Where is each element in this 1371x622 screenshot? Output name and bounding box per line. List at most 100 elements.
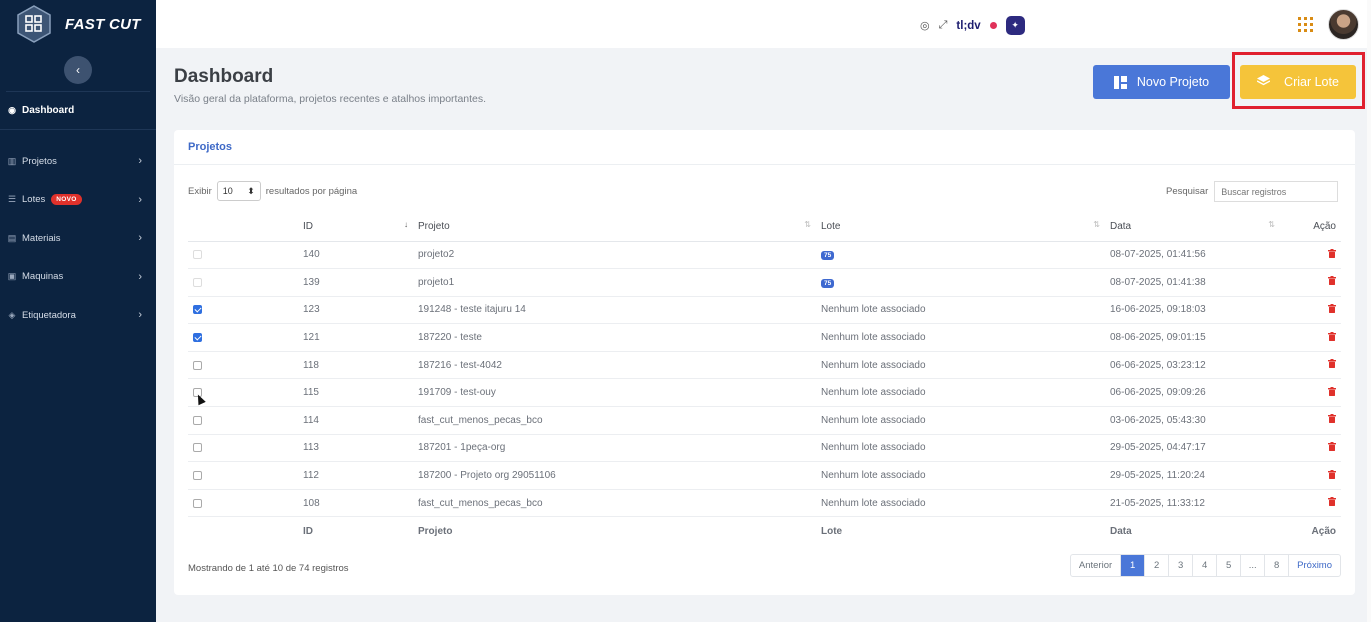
cell-data: 16-06-2025, 09:18:03 — [1110, 296, 1285, 325]
sidebar-item-projetos[interactable]: ▥ Projetos › — [0, 142, 156, 181]
cell-lote: Nenhum lote associado — [821, 461, 1110, 490]
cell-lote: Nenhum lote associado — [821, 378, 1110, 408]
footer-acao: Ação — [1285, 516, 1341, 546]
column-header-data[interactable]: Data ⇅ — [1110, 212, 1285, 242]
cell-acao — [1285, 268, 1341, 297]
brand-name: FAST CUT — [65, 15, 141, 33]
row-checkbox[interactable] — [193, 360, 202, 370]
trash-icon[interactable] — [1328, 497, 1336, 509]
sidebar-item-lotes[interactable]: ☰ Lotes NOVO › — [0, 181, 156, 220]
window-edge — [1367, 0, 1371, 622]
search-input[interactable] — [1214, 181, 1339, 202]
pagination-page[interactable]: 2 — [1144, 555, 1168, 576]
lote-badge[interactable]: 75 — [821, 251, 835, 261]
table-row: 114 fast_cut_menos_pecas_bco Nenhum lote a… — [188, 406, 1341, 435]
apps-grid-icon[interactable] — [1298, 17, 1313, 32]
column-header-id[interactable]: ID ↓ — [303, 212, 418, 242]
cell-acao — [1285, 406, 1341, 435]
row-checkbox[interactable] — [193, 415, 202, 425]
cell-projeto: 187220 - teste — [418, 323, 821, 352]
pagination-next[interactable]: Próximo — [1288, 555, 1340, 576]
sidebar-item-dashboard[interactable]: ◉ Dashboard — [0, 92, 156, 130]
trash-icon[interactable] — [1328, 441, 1336, 454]
lote-badge[interactable]: 75 — [821, 278, 835, 288]
row-checkbox — [193, 277, 202, 287]
tag-icon: ◈ — [8, 309, 16, 320]
row-select-cell — [188, 434, 303, 463]
trash-icon[interactable] — [1328, 359, 1336, 371]
sidebar-toggle-button[interactable]: ‹ — [64, 55, 92, 84]
sidebar-item-materiais[interactable]: ▤ Materiais › — [0, 219, 156, 258]
cell-lote: Nenhum lote associado — [821, 296, 1110, 325]
row-checkbox[interactable] — [193, 332, 202, 342]
lote-text: Nenhum lote associado — [821, 359, 926, 371]
expand-icon[interactable]: ⤢ — [939, 19, 948, 32]
list-icon: ☰ — [7, 194, 17, 205]
row-checkbox[interactable] — [193, 305, 202, 315]
footer-lote: Lote — [821, 516, 1110, 546]
cell-data: 08-07-2025, 01:41:38 — [1110, 268, 1285, 297]
row-checkbox[interactable] — [193, 498, 202, 508]
pagination-page[interactable]: 4 — [1192, 555, 1216, 576]
trash-icon[interactable] — [1328, 386, 1336, 399]
eye-off-icon[interactable]: ◎ — [920, 19, 930, 32]
tldv-logo[interactable]: tl;dv — [956, 20, 980, 32]
row-select-cell — [188, 268, 303, 297]
dashboard-icon: ◉ — [8, 105, 16, 115]
pagination-prev[interactable]: Anterior — [1071, 555, 1120, 576]
avatar[interactable] — [1328, 9, 1359, 40]
row-checkbox[interactable] — [193, 470, 202, 480]
table-row: 113 187201 - 1peça-org Nenhum lote associa… — [188, 434, 1341, 463]
cell-id: 118 — [303, 351, 418, 380]
trash-icon[interactable] — [1328, 331, 1336, 344]
layout-icon — [1113, 75, 1127, 89]
column-header-lote[interactable]: Lote ⇅ — [821, 212, 1110, 242]
cell-acao — [1285, 434, 1341, 463]
trash-icon[interactable] — [1328, 248, 1336, 261]
column-header-projeto[interactable]: Projeto ⇅ — [418, 212, 821, 242]
sidebar-item-etiquetadora[interactable]: ◈ Etiquetadora › — [0, 296, 156, 335]
brand[interactable]: FAST CUT — [0, 0, 156, 48]
table-row: 118 187216 - test-4042 Nenhum lote associa… — [188, 351, 1341, 380]
cell-lote: Nenhum lote associado — [821, 351, 1110, 380]
trash-icon[interactable] — [1328, 276, 1336, 288]
record-icon[interactable] — [989, 22, 997, 29]
table-row: 112 187200 - Projeto org 29051106 Nenhum l… — [188, 461, 1341, 490]
sidebar: FAST CUT ‹ ◉ Dashboard ▥ Projetos › ☰ Lo… — [0, 0, 156, 622]
lote-text: Nenhum lote associado — [821, 497, 926, 509]
row-checkbox[interactable] — [193, 443, 202, 453]
trash-icon[interactable] — [1328, 469, 1336, 482]
lote-text: Nenhum lote associado — [821, 470, 926, 482]
novo-projeto-button[interactable]: Novo Projeto — [1093, 65, 1230, 99]
length-suffix: resultados por página — [265, 185, 358, 197]
novo-projeto-label: Novo Projeto — [1136, 75, 1210, 89]
row-select-cell — [188, 406, 303, 435]
pagination-page[interactable]: 1 — [1120, 555, 1145, 576]
page-subtitle: Visão geral da plataforma, projetos rece… — [174, 93, 487, 105]
sidebar-item-maquinas[interactable]: ▣ Maquinas › — [0, 258, 156, 297]
cell-projeto: fast_cut_menos_pecas_bco — [418, 406, 821, 435]
footer-select — [188, 516, 303, 546]
new-badge: NOVO — [51, 194, 82, 206]
cell-data: 29-05-2025, 11:20:24 — [1110, 461, 1285, 490]
pagination-page[interactable]: 3 — [1168, 555, 1192, 576]
table-row: 121 187220 - teste Nenhum lote associado 08… — [188, 323, 1341, 352]
row-select-cell — [188, 241, 303, 270]
row-select-cell — [188, 296, 303, 325]
pagination-page[interactable]: 8 — [1264, 555, 1288, 576]
cell-acao — [1285, 378, 1341, 408]
trash-icon[interactable] — [1328, 303, 1336, 316]
extension-icon[interactable]: ✦ — [1005, 16, 1025, 35]
cell-acao — [1285, 351, 1341, 380]
cell-projeto: fast_cut_menos_pecas_bco — [418, 489, 821, 518]
cell-id: 112 — [303, 461, 418, 490]
page-length-select[interactable]: 10 ⬍ — [216, 181, 261, 201]
lote-text: Nenhum lote associado — [821, 332, 926, 344]
chevron-right-icon: › — [138, 155, 142, 168]
cell-id: 108 — [303, 489, 418, 518]
box-icon: ▤ — [7, 232, 17, 243]
trash-icon[interactable] — [1328, 414, 1336, 426]
cell-projeto: 187216 - test-4042 — [418, 351, 821, 380]
cell-lote: 75 — [821, 268, 1110, 297]
pagination-page[interactable]: 5 — [1216, 555, 1240, 576]
